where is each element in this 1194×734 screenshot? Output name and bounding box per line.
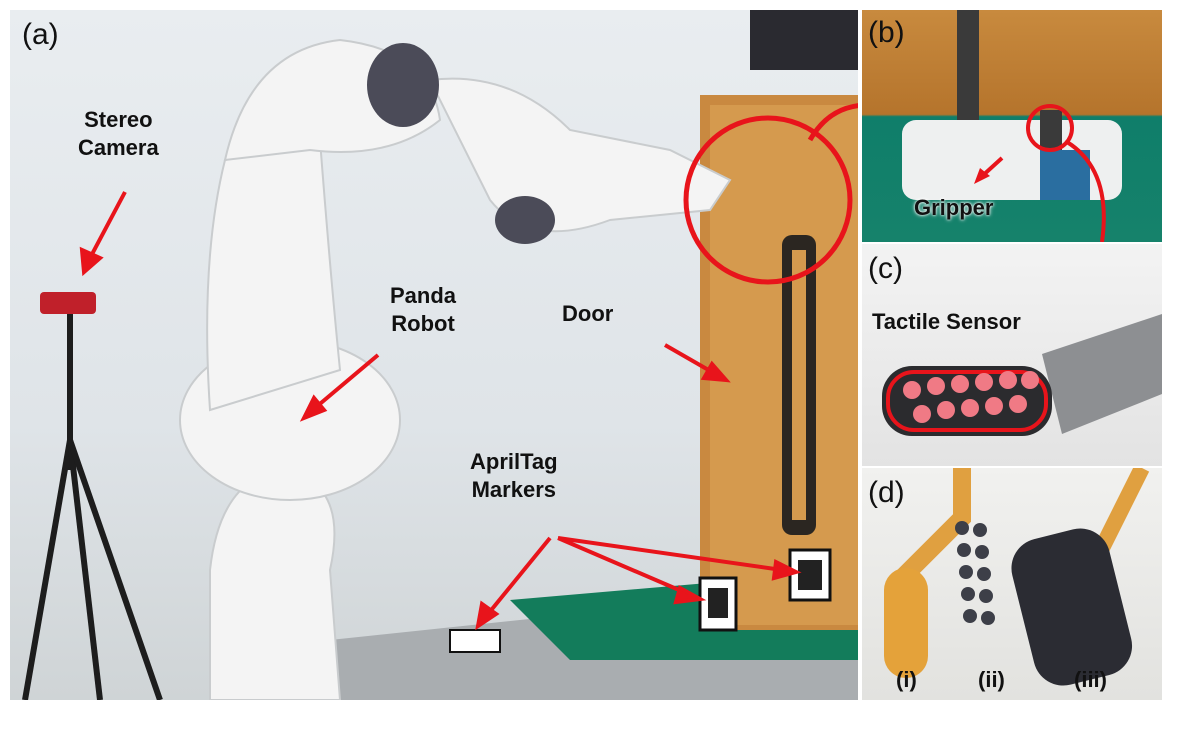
item-iii-label: (iii) [1074, 667, 1107, 692]
gripper-label: Gripper [914, 195, 994, 220]
panel-c-tag: (c) [868, 252, 903, 285]
door-label: Door [562, 301, 614, 326]
tripod [22, 310, 163, 700]
item-i-label: (i) [896, 667, 917, 692]
apriltag-pattern-1 [708, 588, 728, 618]
item-ii-label: (ii) [978, 667, 1005, 692]
panda-robot-label-line2: Robot [391, 311, 455, 336]
gripper-illustration [902, 10, 1122, 242]
panel-a-robot-setup-photo: (a) Stereo Camera Panda Robot Door April… [10, 10, 858, 700]
panel-d-sensor-components-photo: (d) (i) (ii) (iii) [862, 468, 1162, 700]
apriltag-marker-3 [449, 629, 501, 653]
sensor-layer-ii [955, 521, 995, 625]
sensor-layer-iii [1011, 528, 1133, 686]
door-handle-gap [792, 250, 806, 520]
apriltag-label-line1: AprilTag [470, 449, 558, 474]
panel-c-tactile-sensor-photo: (c) Tactile Sensor [862, 244, 1162, 466]
flex-circuit-iii [1094, 468, 1150, 552]
tactile-sensor-illustration [882, 314, 1162, 436]
panda-robot-label: Panda Robot [390, 282, 456, 338]
stereo-camera [40, 292, 96, 314]
panel-a-tag: (a) [22, 18, 59, 51]
stereo-camera-label: Stereo Camera [78, 106, 159, 162]
backdrop [750, 10, 858, 70]
stereo-camera-label-line1: Stereo [84, 107, 153, 132]
panel-b-tag: (b) [868, 16, 905, 49]
apriltag-label-line2: Markers [471, 477, 556, 502]
stereo-camera-label-line2: Camera [78, 135, 159, 160]
gripper-finger-left [957, 10, 979, 120]
sensor-mount [1042, 314, 1162, 434]
panel-b-gripper-photo: (b) Gripper [862, 10, 1162, 242]
tactile-sensor-label: Tactile Sensor [872, 309, 1021, 334]
panel-d-tag: (d) [868, 476, 905, 509]
panda-robot-label-line1: Panda [390, 283, 457, 308]
robot-joint-dark-2 [495, 196, 555, 244]
apriltag-pattern-2 [798, 560, 822, 590]
apriltag-label: AprilTag Markers [470, 448, 558, 504]
sensor-layer-i [884, 568, 928, 678]
robot-joint-dark [367, 43, 439, 127]
